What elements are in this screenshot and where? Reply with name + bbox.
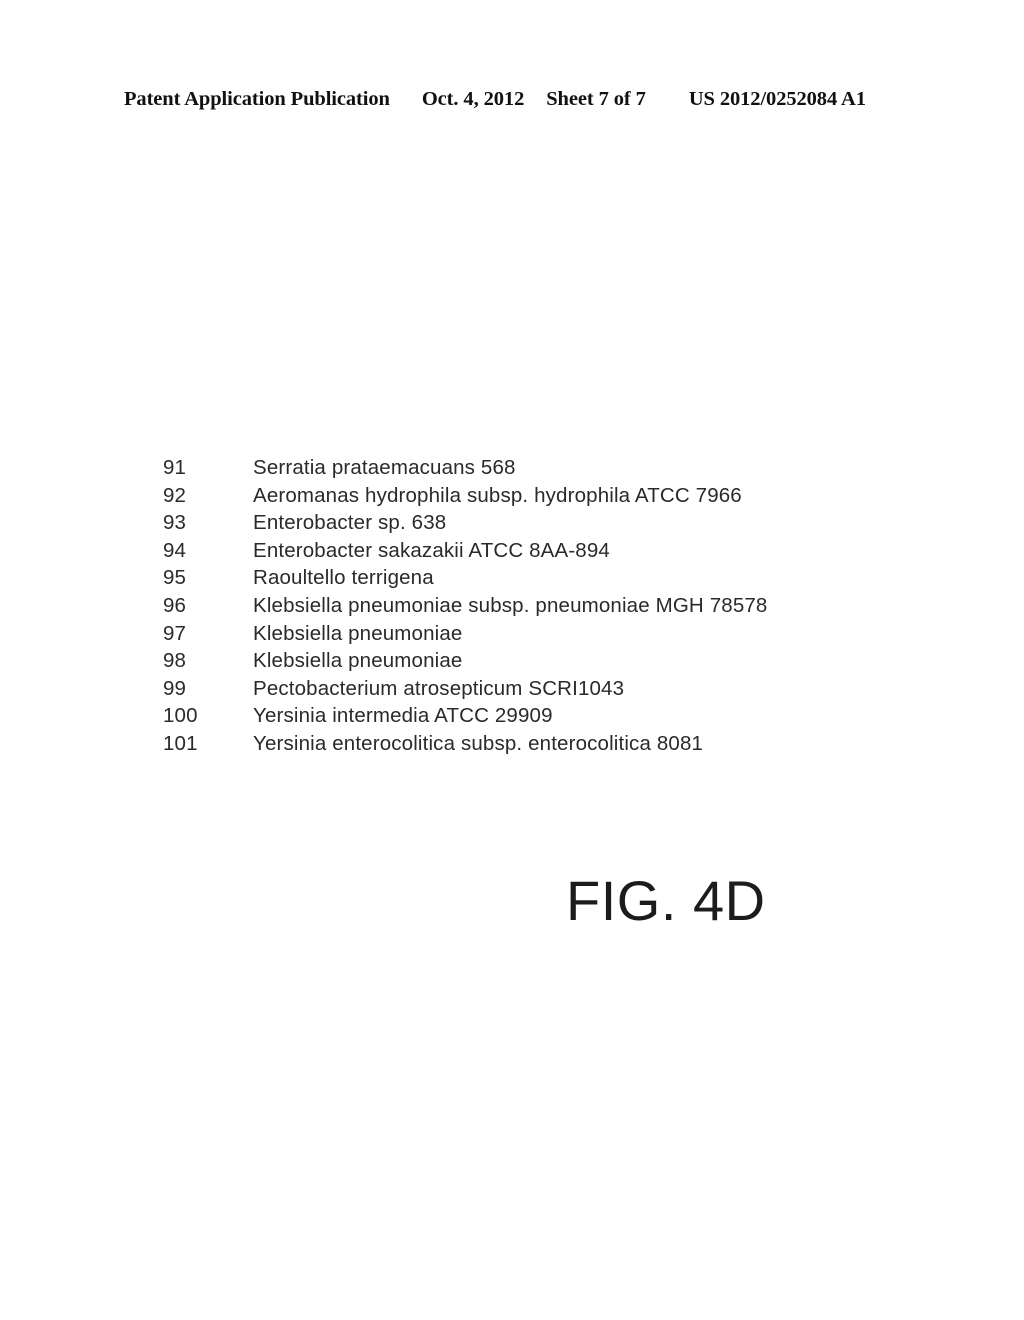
species-index: 95	[163, 566, 187, 590]
species-name: Klebsiella pneumoniae	[253, 621, 463, 645]
species-name: Enterobacter sakazakii ATCC 8AA-894	[253, 538, 610, 562]
patent-page: Patent Application Publication Oct. 4, 2…	[0, 0, 1024, 1320]
species-index: 96	[163, 593, 187, 617]
species-index: 100	[163, 704, 198, 728]
species-name: Enterobacter sp. 638	[253, 511, 447, 535]
species-index: 99	[163, 676, 187, 700]
figure-4d: 91 Serratia prataemacuans 568 92 Aeromanas …	[0, 0, 1024, 1320]
species-list: 91 Serratia prataemacuans 568 92 Aeromanas …	[163, 456, 923, 760]
species-name: Pectobacterium atrosepticum SCRI1043	[253, 676, 625, 700]
list-item: 94 Enterobacter sakazakii ATCC 8AA-894	[163, 539, 923, 567]
species-index: 98	[163, 649, 187, 673]
species-name: Aeromanas hydrophila subsp. hydrophila A…	[253, 483, 742, 507]
species-name: Klebsiella pneumoniae subsp. pneumoniae …	[253, 593, 768, 617]
list-item: 91 Serratia prataemacuans 568	[163, 456, 923, 484]
figure-caption: FIG. 4D	[566, 869, 766, 932]
list-item: 97 Klebsiella pneumoniae	[163, 622, 923, 650]
species-name: Yersinia intermedia ATCC 29909	[253, 704, 553, 728]
list-item: 99 Pectobacterium atrosepticum SCRI1043	[163, 677, 923, 705]
species-index: 93	[163, 511, 187, 535]
species-index: 101	[163, 731, 198, 755]
species-name: Yersinia enterocolitica subsp. enterocol…	[253, 731, 704, 755]
list-item: 96 Klebsiella pneumoniae subsp. pneumonia…	[163, 594, 923, 622]
list-item: 92 Aeromanas hydrophila subsp. hydrophila…	[163, 484, 923, 512]
list-item: 101 Yersinia enterocolitica subsp. entero…	[163, 732, 923, 760]
species-index: 91	[163, 456, 187, 479]
species-index: 92	[163, 483, 187, 507]
list-item: 98 Klebsiella pneumoniae	[163, 649, 923, 677]
species-index: 94	[163, 538, 187, 562]
species-name: Klebsiella pneumoniae	[253, 649, 463, 673]
species-index: 97	[163, 621, 187, 645]
species-name: Raoultello terrigena	[253, 566, 434, 590]
list-item: 100 Yersinia intermedia ATCC 29909	[163, 704, 923, 732]
species-name: Serratia prataemacuans 568	[253, 456, 516, 479]
list-item: 95 Raoultello terrigena	[163, 566, 923, 594]
list-item: 93 Enterobacter sp. 638	[163, 511, 923, 539]
